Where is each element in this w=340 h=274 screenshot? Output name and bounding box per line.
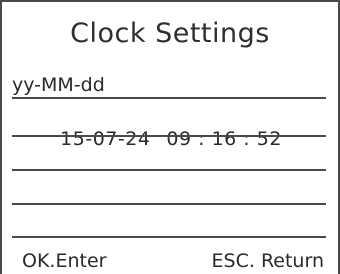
esc-return-hint[interactable]: ESC. Return — [212, 250, 324, 272]
datetime-row[interactable]: 15-07-24 09 : 16 : 52 — [34, 106, 282, 172]
row-divider — [12, 203, 326, 205]
screen-title: Clock Settings — [70, 18, 270, 49]
row-divider — [12, 97, 326, 99]
row-divider — [12, 169, 326, 171]
date-format-label: yy-MM-dd — [12, 74, 105, 96]
time-value[interactable]: 09 : 16 : 52 — [166, 128, 282, 150]
row-divider — [12, 236, 326, 238]
ok-enter-hint[interactable]: OK.Enter — [22, 250, 106, 272]
clock-settings-screen: Clock Settings yy-MM-dd 15-07-24 09 : 16 … — [0, 0, 340, 274]
date-value[interactable]: 15-07-24 — [60, 128, 150, 150]
row-divider — [12, 135, 326, 137]
